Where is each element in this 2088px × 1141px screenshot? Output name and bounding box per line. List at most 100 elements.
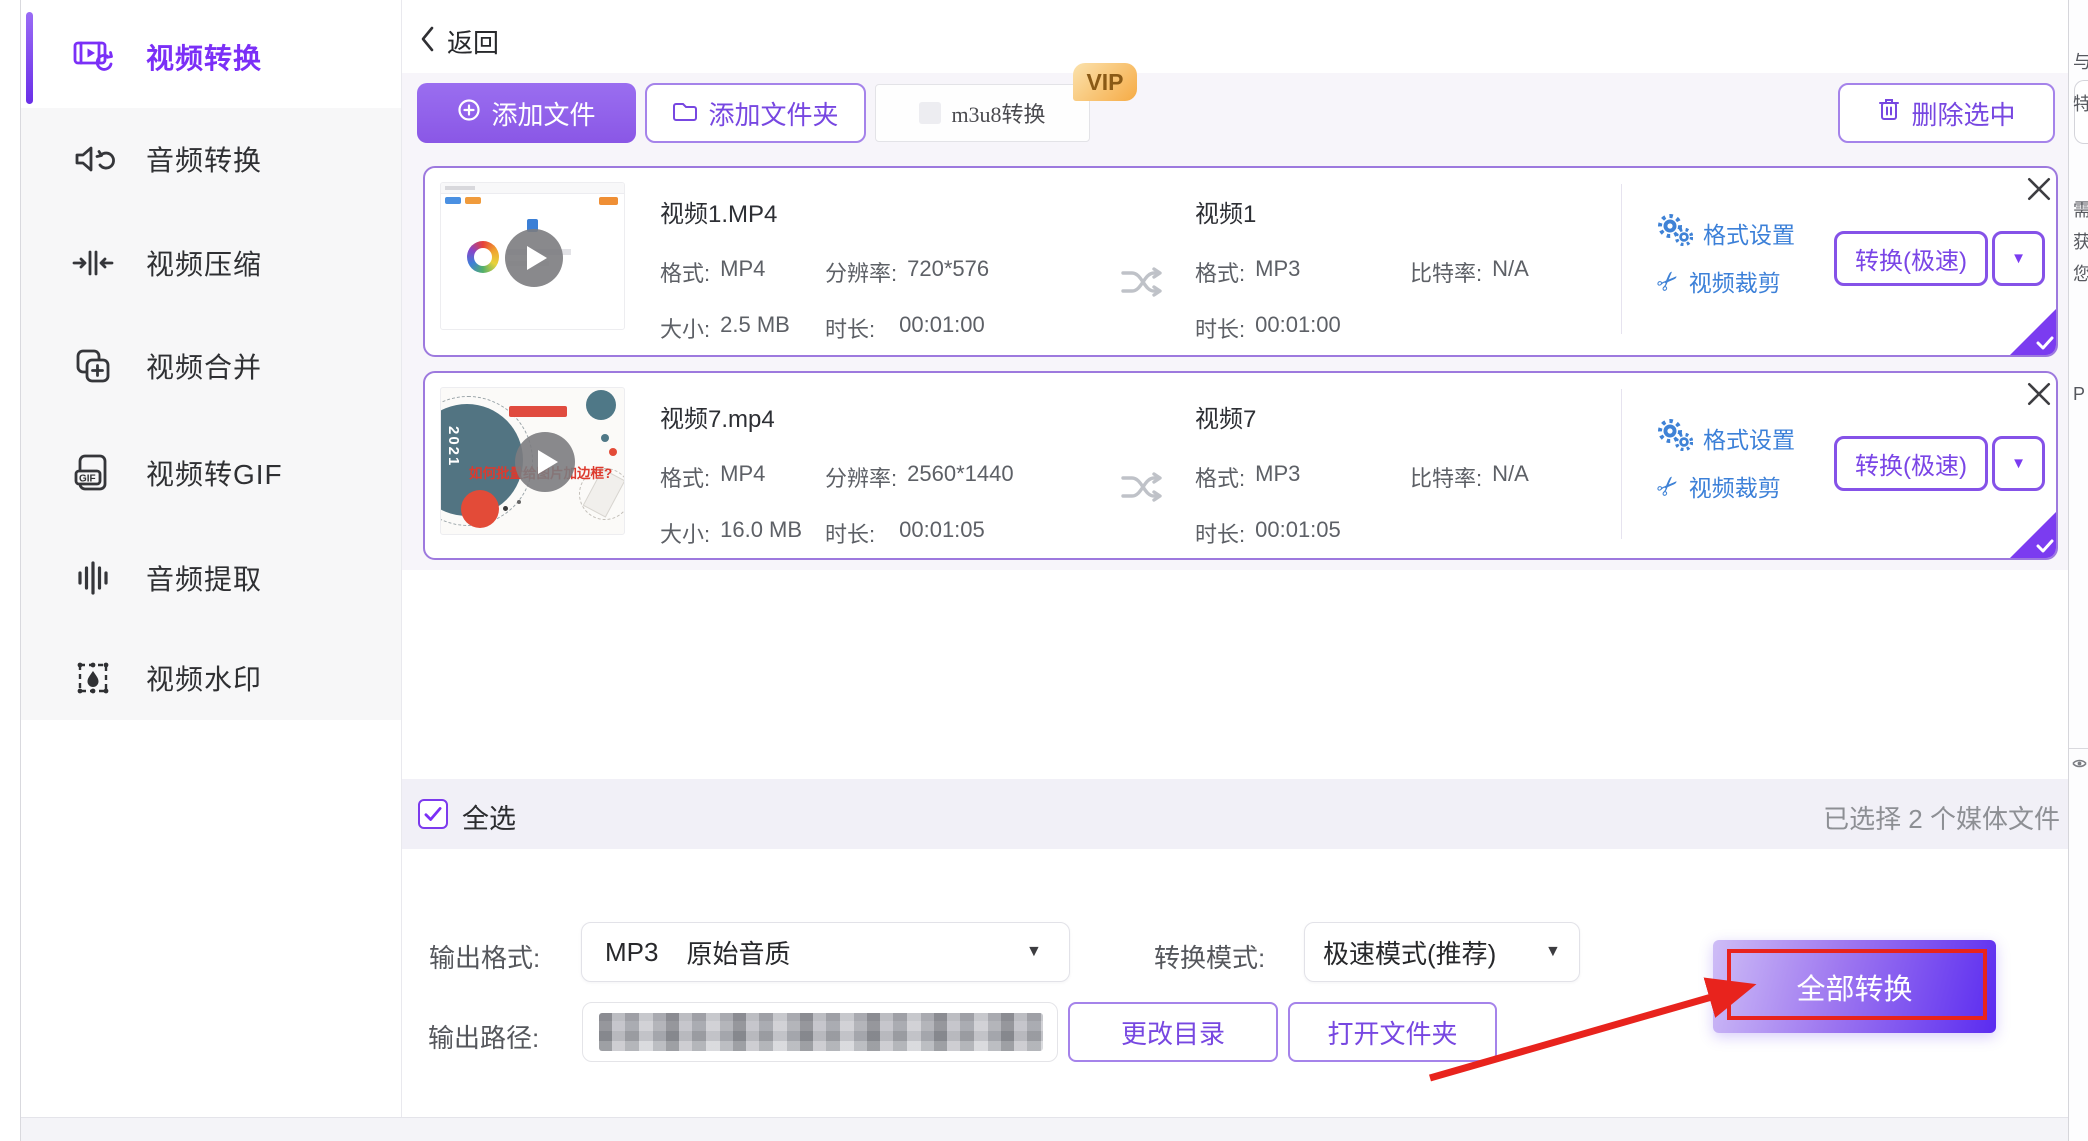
caret-down-icon: ▼ <box>1026 943 1042 961</box>
thumbnail-art <box>599 197 618 205</box>
partial-glyph: 与 <box>2073 48 2088 74</box>
output-format: 格式:MP3 <box>1195 461 1300 493</box>
sidebar-item-label: 视频压缩 <box>146 243 262 283</box>
sidebar-item-video-convert[interactable]: 视频转换 <box>21 27 401 87</box>
delete-selected-label: 删除选中 <box>1911 95 2015 132</box>
shuffle-icon <box>1120 264 1166 300</box>
select-all-checkbox[interactable] <box>418 799 448 829</box>
gear-icon <box>1657 214 1693 251</box>
caret-down-icon: ▼ <box>2011 455 2026 472</box>
svg-text:GIF: GIF <box>79 474 96 485</box>
partial-glyph: 获 <box>2073 228 2088 254</box>
remove-file-button[interactable] <box>2026 381 2052 407</box>
source-format: 格式:MP4 <box>660 256 765 288</box>
add-file-button[interactable]: 添加文件 <box>417 83 636 143</box>
output-duration: 时长:00:01:05 <box>1195 517 1341 549</box>
video-crop-link[interactable]: ✂ 视频裁剪 <box>1657 469 1781 503</box>
sidebar-item-video-compress[interactable]: 视频压缩 <box>21 233 401 293</box>
footer-bar <box>21 1117 2068 1141</box>
partial-glyph: 需 <box>2073 196 2088 222</box>
sidebar-item-video-watermark[interactable]: 视频水印 <box>21 648 401 708</box>
video-crop-link[interactable]: ✂ 视频裁剪 <box>1657 264 1781 298</box>
vip-badge: VIP <box>1073 63 1137 101</box>
card-divider <box>1621 389 1622 539</box>
partial-glyph: 您 <box>2073 260 2088 286</box>
card-divider <box>1621 184 1622 334</box>
sidebar-item-audio-convert[interactable]: 音频转换 <box>21 129 401 189</box>
divider <box>2069 748 2088 749</box>
output-format-select[interactable]: MP3 原始音质 ▼ <box>581 922 1070 982</box>
thumbnail-art <box>465 197 481 204</box>
check-icon <box>422 803 444 825</box>
sidebar-item-label: 音频转换 <box>146 139 262 179</box>
select-all-label: 全选 <box>462 797 516 836</box>
gear-icon <box>1657 419 1693 456</box>
convert-mode-select[interactable]: 极速模式(推荐) ▼ <box>1304 922 1580 982</box>
source-duration: 时长:00:01:00 <box>825 312 985 344</box>
partial-glyph: 特 <box>2073 90 2088 116</box>
video-thumbnail[interactable] <box>440 182 625 330</box>
video-crop-label: 视频裁剪 <box>1689 469 1781 503</box>
folder-icon <box>672 98 698 129</box>
open-folder-button[interactable]: 打开文件夹 <box>1288 1002 1497 1062</box>
play-icon <box>505 229 563 287</box>
sidebar-item-label: 视频转GIF <box>146 453 283 493</box>
sidebar-item-video-merge[interactable]: 视频合并 <box>21 336 401 396</box>
convert-fast-button[interactable]: 转换(极速) <box>1834 436 1988 491</box>
thumbnail-art <box>467 241 499 273</box>
add-file-label: 添加文件 <box>491 95 595 132</box>
eye-icon <box>2072 756 2087 774</box>
back-chevron-icon <box>419 25 435 58</box>
sidebar-item-audio-extract[interactable]: 音频提取 <box>21 548 401 608</box>
partial-glyph: P <box>2073 384 2085 405</box>
source-resolution: 分辨率:2560*1440 <box>825 461 1014 493</box>
quality-value: 原始音质 <box>686 934 790 971</box>
selected-check-corner <box>2010 309 2056 355</box>
convert-all-button[interactable]: 全部转换 <box>1713 940 1996 1033</box>
m3u8-convert-button[interactable]: m3u8转换 <box>875 84 1090 142</box>
output-bitrate: 比特率:N/A <box>1410 461 1529 493</box>
back-label: 返回 <box>447 23 499 60</box>
convert-options-dropdown[interactable]: ▼ <box>1992 231 2045 286</box>
scissors-icon: ✂ <box>1651 264 1685 298</box>
video-thumbnail[interactable]: 2021 如何批量给图片加边框? <box>440 387 625 535</box>
sidebar-item-label: 音频提取 <box>146 558 262 598</box>
thumbnail-art <box>503 506 508 511</box>
thumbnail-art <box>609 448 617 456</box>
remove-file-button[interactable] <box>2026 176 2052 202</box>
format-settings-link[interactable]: 格式设置 <box>1657 214 1795 251</box>
output-duration: 时长:00:01:00 <box>1195 312 1341 344</box>
output-format-label: 输出格式: <box>429 938 540 975</box>
file-card: 视频1.MP4 格式:MP4 分辨率:720*576 大小:2.5 MB 时长:… <box>423 166 2058 357</box>
trash-icon <box>1877 97 1901 130</box>
sidebar-item-label: 视频水印 <box>146 658 262 698</box>
convert-fast-button[interactable]: 转换(极速) <box>1834 231 1988 286</box>
source-format: 格式:MP4 <box>660 461 765 493</box>
output-bitrate: 比特率:N/A <box>1410 256 1529 288</box>
convert-options-dropdown[interactable]: ▼ <box>1992 436 2045 491</box>
change-directory-button[interactable]: 更改目录 <box>1068 1002 1278 1062</box>
shuffle-icon <box>1120 469 1166 505</box>
source-size: 大小:2.5 MB <box>660 312 790 344</box>
thumbnail-year: 2021 <box>445 426 462 467</box>
output-format: 格式:MP3 <box>1195 256 1300 288</box>
thumbnail-art <box>517 500 521 504</box>
sidebar-item-video-to-gif[interactable]: GIF 视频转GIF <box>21 443 401 503</box>
thumbnail-art <box>586 390 616 420</box>
video-to-gif-icon: GIF <box>70 450 116 496</box>
thumbnail-art <box>445 186 475 190</box>
add-folder-button[interactable]: 添加文件夹 <box>645 83 866 143</box>
source-resolution: 分辨率:720*576 <box>825 256 989 288</box>
delete-selected-button[interactable]: 删除选中 <box>1838 83 2055 143</box>
sidebar-item-label: 视频合并 <box>146 346 262 386</box>
back-button[interactable]: 返回 <box>419 25 499 57</box>
format-settings-link[interactable]: 格式设置 <box>1657 419 1795 456</box>
plus-circle-icon <box>457 98 481 129</box>
play-icon <box>515 432 575 492</box>
output-path-field[interactable] <box>582 1002 1058 1062</box>
video-compress-icon <box>70 240 116 286</box>
video-merge-icon <box>70 343 116 389</box>
output-path-label: 输出路径: <box>428 1018 539 1055</box>
caret-down-icon: ▼ <box>2011 250 2026 267</box>
source-size: 大小:16.0 MB <box>660 517 802 549</box>
